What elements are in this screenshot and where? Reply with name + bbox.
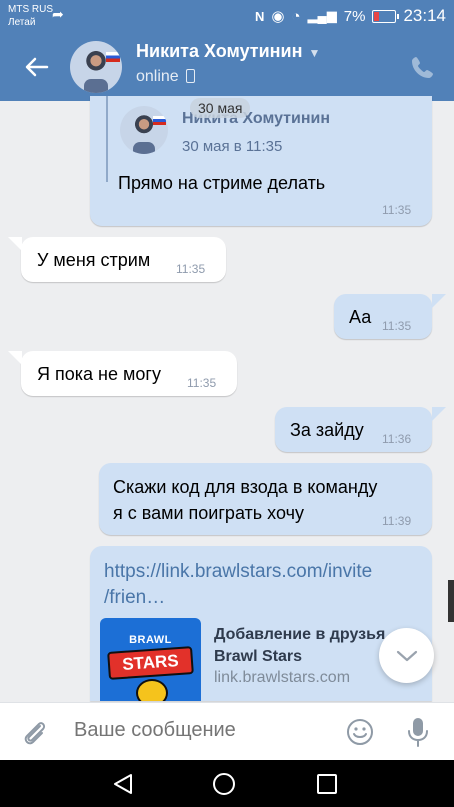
- message-bubble-incoming[interactable]: Я пока не могу 11:35: [21, 351, 237, 396]
- link-domain: link.brawlstars.com: [214, 669, 351, 686]
- logo-word-brawl: BRAWL: [129, 634, 172, 646]
- forward-indicator: [106, 96, 108, 182]
- microphone-icon: [408, 718, 428, 747]
- message-bubble-outgoing[interactable]: Скажи код для взода в команду я с вами п…: [99, 463, 432, 535]
- avatar[interactable]: [70, 41, 122, 93]
- forwarded-text: Прямо на стриме делать: [118, 173, 326, 193]
- contact-name-text: Никита Хомутинин: [136, 41, 303, 61]
- bubble-tail: [8, 237, 22, 251]
- voice-message-button[interactable]: [405, 716, 431, 748]
- message-text: Аа: [349, 307, 372, 327]
- bubble-tail: [432, 407, 446, 421]
- message-text-line1: Скажи код для взода в команду: [113, 477, 378, 497]
- status-icons: N ◉ ◔ ▂▄▆ 7% 23:14: [255, 6, 446, 26]
- skull-icon: [136, 679, 168, 701]
- message-time: 11:36: [382, 432, 412, 446]
- message-bubble-outgoing[interactable]: За зайду 11:36: [275, 407, 432, 452]
- attach-button[interactable]: [20, 718, 48, 748]
- link-preview-card[interactable]: https://link.brawlstars.com/invite /frie…: [90, 546, 432, 701]
- back-arrow-icon: ➦: [52, 6, 64, 22]
- scroll-indicator: [448, 580, 454, 622]
- signal-icon: ▂▄▆: [307, 8, 337, 23]
- chevron-down-icon: ▼: [308, 46, 321, 60]
- status-time: 23:14: [403, 6, 446, 25]
- forwarded-avatar: [120, 106, 168, 154]
- battery-icon: [372, 9, 400, 23]
- message-bubble-outgoing[interactable]: Аа 11:35: [334, 294, 432, 339]
- online-status: online: [136, 68, 195, 86]
- wifi-icon: ◔: [291, 7, 301, 25]
- message-text-line2: я с вами поиграть хочу: [113, 503, 304, 523]
- carrier-slogan: Летай: [8, 17, 36, 28]
- eye-icon: ◉: [271, 8, 285, 25]
- system-nav-bar: [0, 760, 454, 807]
- link-url-line1: https://link.brawlstars.com/invite: [104, 561, 373, 582]
- message-text: У меня стрим: [37, 250, 151, 270]
- date-chip: 30 мая: [190, 98, 251, 118]
- message-text: Я пока не могу: [37, 364, 161, 384]
- link-url[interactable]: https://link.brawlstars.com/invite /frie…: [104, 559, 424, 611]
- forwarded-date: 30 мая в 11:35: [182, 138, 283, 155]
- back-arrow-icon: [25, 57, 49, 77]
- nfc-icon: N: [255, 8, 265, 24]
- contact-name[interactable]: Никита Хомутинин ▼: [136, 41, 320, 62]
- status-bar: MTS RUS Летай ➦ N ◉ ◔ ▂▄▆ 7% 23:14: [0, 0, 454, 32]
- brawl-stars-logo: BRAWL STARS: [100, 618, 201, 701]
- message-time: 11:35: [382, 203, 412, 217]
- triangle-back-icon: [114, 774, 132, 794]
- online-status-text: online: [136, 68, 179, 85]
- message-time: 11:35: [176, 262, 206, 276]
- emoji-button[interactable]: [346, 718, 374, 746]
- bubble-tail: [432, 294, 446, 308]
- paperclip-icon: [24, 722, 46, 745]
- logo-word-stars: STARS: [107, 646, 194, 680]
- message-composer: [0, 702, 454, 761]
- back-button[interactable]: [20, 52, 54, 82]
- nav-recents-button[interactable]: [317, 774, 337, 794]
- chevron-down-icon: [396, 650, 417, 661]
- scroll-down-button[interactable]: [379, 628, 434, 683]
- message-text: За зайду: [290, 420, 364, 440]
- carrier-info: MTS RUS Летай: [8, 3, 53, 29]
- battery-percent: 7%: [343, 7, 366, 25]
- carrier-name: MTS RUS: [8, 4, 53, 15]
- smile-icon: [347, 719, 373, 745]
- link-url-line2: /frien…: [104, 587, 166, 608]
- bubble-tail: [8, 351, 22, 365]
- message-bubble-incoming[interactable]: У меня стрим 11:35: [21, 237, 226, 282]
- message-time: 11:35: [187, 376, 217, 390]
- message-input[interactable]: [72, 718, 306, 743]
- message-time: 11:35: [382, 319, 412, 333]
- message-time: 11:39: [382, 514, 412, 528]
- nav-home-button[interactable]: [213, 773, 235, 795]
- chat-header: Никита Хомутинин ▼ online: [0, 32, 454, 101]
- call-button[interactable]: [410, 54, 436, 80]
- nav-back-button[interactable]: [112, 773, 134, 800]
- call-icon: [412, 57, 433, 78]
- mobile-phone-icon: [185, 69, 195, 83]
- forwarded-message-bubble[interactable]: Никита Хомутинин 30 мая 30 мая в 11:35 П…: [90, 96, 432, 226]
